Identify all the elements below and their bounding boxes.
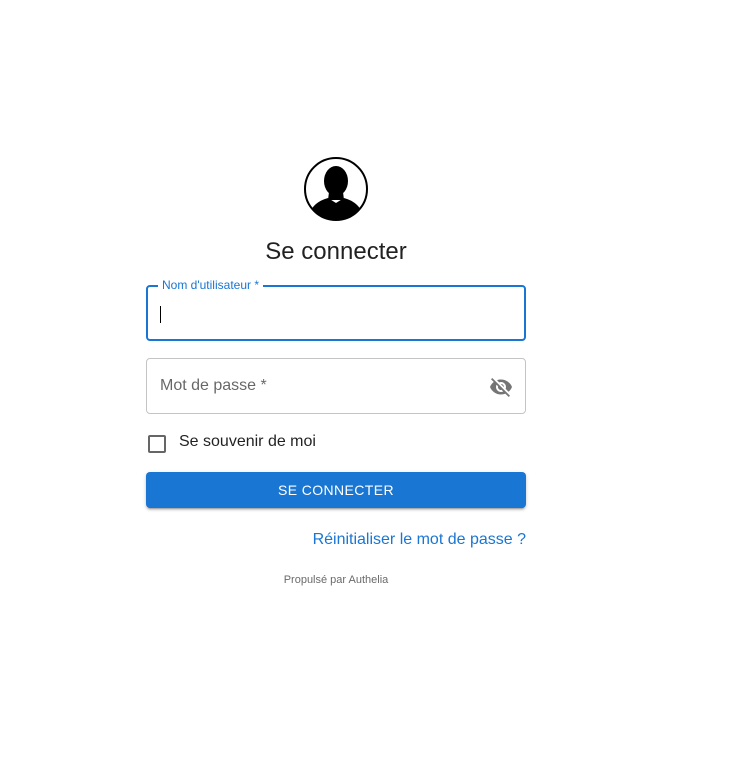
remember-me-label[interactable]: Se souvenir de moi <box>179 432 316 452</box>
password-input[interactable] <box>147 359 525 413</box>
login-page: Se connecter Nom d'utilisateur * Mot de … <box>0 0 732 784</box>
sign-in-button-label: SE CONNECTER <box>277 481 395 498</box>
sign-in-button[interactable]: SE CONNECTER <box>146 472 526 508</box>
page-title: Se connecter <box>265 238 407 265</box>
remember-me-row: Se souvenir de moi <box>146 431 316 455</box>
text-caret <box>160 306 161 323</box>
username-input[interactable] <box>148 287 524 339</box>
powered-by-text: Propulsé par Authelia <box>283 574 389 586</box>
username-field[interactable]: Nom d'utilisateur * <box>146 278 526 341</box>
user-avatar-icon <box>303 156 369 222</box>
password-field[interactable]: Mot de passe * <box>146 358 526 414</box>
reset-password-link[interactable]: Réinitialiser le mot de passe ? <box>313 530 526 550</box>
remember-me-checkbox[interactable] <box>148 434 166 453</box>
eye-off-icon[interactable] <box>489 375 513 399</box>
